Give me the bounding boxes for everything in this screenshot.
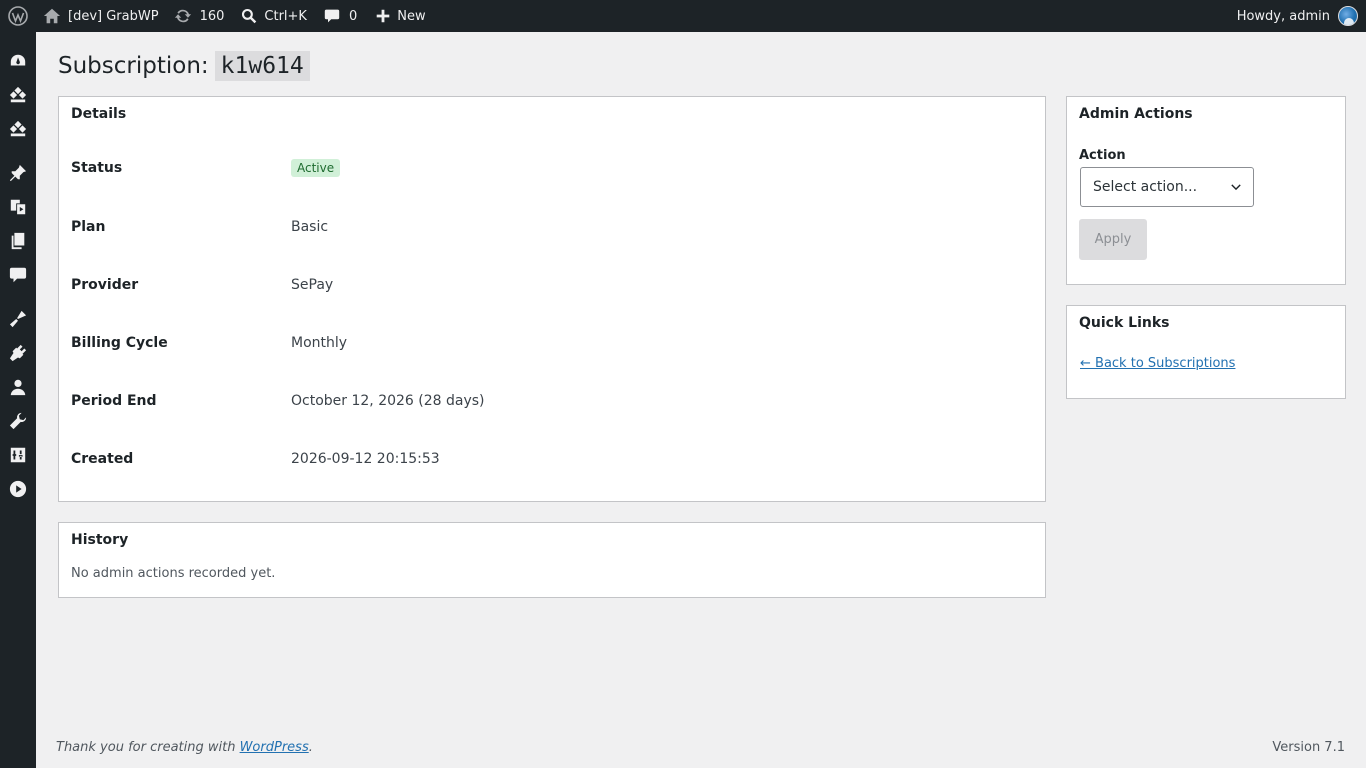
comments-count: 0 xyxy=(348,8,358,24)
new-content-menu[interactable]: New xyxy=(376,0,426,32)
detail-value: 2026-09-12 20:15:53 xyxy=(291,451,440,467)
detail-value: Basic xyxy=(291,219,329,235)
plugins-icon[interactable] xyxy=(8,343,28,363)
wordpress-logo-icon xyxy=(8,6,28,26)
footer-thanks-text: Thank you for creating with xyxy=(56,740,240,755)
detail-label: Status xyxy=(71,160,123,176)
admin-sidebar xyxy=(0,32,36,768)
pin-icon[interactable] xyxy=(8,163,28,183)
updates-count: 160 xyxy=(199,8,225,24)
subscription-id: k1w614 xyxy=(214,51,310,81)
site-name-menu[interactable]: [dev] GrabWP xyxy=(36,0,159,32)
updates-menu[interactable]: 160 xyxy=(174,0,225,32)
store-alt-icon[interactable] xyxy=(8,119,28,139)
page-title: Subscription: k1w614 xyxy=(58,48,310,84)
apply-button[interactable]: Apply xyxy=(1079,219,1147,260)
site-name-label: [dev] GrabWP xyxy=(68,8,159,24)
plus-icon xyxy=(376,9,390,23)
comment-icon xyxy=(324,9,340,23)
settings-icon[interactable] xyxy=(8,445,28,465)
comments-icon[interactable] xyxy=(8,265,28,285)
detail-label: Period End xyxy=(71,393,157,409)
action-select[interactable]: Select action... xyxy=(1080,167,1254,207)
detail-label: Billing Cycle xyxy=(71,335,168,351)
detail-value: October 12, 2026 (28 days) xyxy=(291,393,485,409)
search-icon xyxy=(242,8,257,24)
my-account-menu[interactable]: Howdy, admin xyxy=(1237,0,1358,32)
detail-value: Monthly xyxy=(291,335,348,351)
detail-row-period-end: Period End October 12, 2026 (28 days) xyxy=(71,391,1031,411)
status-badge: Active xyxy=(291,159,341,177)
history-empty-text: No admin actions recorded yet. xyxy=(71,566,276,581)
footer-period: . xyxy=(308,740,313,755)
back-to-subscriptions-link[interactable]: ← Back to Subscriptions xyxy=(1080,356,1235,371)
search-menu[interactable]: Ctrl+K xyxy=(241,0,307,32)
wordpress-logo-menu[interactable] xyxy=(0,0,36,32)
play-icon[interactable] xyxy=(8,479,28,499)
new-label: New xyxy=(397,8,426,24)
avatar xyxy=(1338,6,1358,26)
detail-row-provider: Provider SePay xyxy=(71,275,1031,295)
quick-links-heading: Quick Links xyxy=(1079,315,1170,331)
detail-label: Created xyxy=(71,451,134,467)
action-label: Action xyxy=(1079,148,1126,163)
admin-actions-heading: Admin Actions xyxy=(1079,106,1193,122)
footer-thanks: Thank you for creating with WordPress. xyxy=(56,740,313,755)
quick-links-panel: Quick Links ← Back to Subscriptions xyxy=(1066,305,1346,399)
pages-icon[interactable] xyxy=(8,231,28,251)
updates-icon xyxy=(174,9,191,23)
action-select-value: Select action... xyxy=(1093,179,1198,195)
history-panel: History No admin actions recorded yet. xyxy=(58,522,1046,598)
detail-row-billing-cycle: Billing Cycle Monthly xyxy=(71,333,1031,353)
store-icon[interactable] xyxy=(8,85,28,105)
media-icon[interactable] xyxy=(8,197,28,217)
admin-actions-panel: Admin Actions Action Select action... Ap… xyxy=(1066,96,1346,285)
comments-menu[interactable]: 0 xyxy=(324,0,357,32)
users-icon[interactable] xyxy=(8,377,28,397)
admin-bar: [dev] GrabWP 160 Ctrl+K 0 New Howdy, adm… xyxy=(0,0,1366,32)
detail-row-created: Created 2026-09-12 20:15:53 xyxy=(71,449,1031,469)
history-heading: History xyxy=(71,532,129,548)
detail-label: Plan xyxy=(71,219,106,235)
detail-label: Provider xyxy=(71,277,139,293)
chevron-down-icon xyxy=(1231,184,1241,191)
search-shortcut-label: Ctrl+K xyxy=(264,8,307,24)
wordpress-link[interactable]: WordPress xyxy=(240,740,309,755)
detail-row-status: Status Active xyxy=(71,158,1031,178)
footer-version: Version 7.1 xyxy=(1272,740,1345,755)
tools-icon[interactable] xyxy=(8,411,28,431)
dashboard-icon[interactable] xyxy=(8,51,28,71)
detail-value: SePay xyxy=(291,277,334,293)
details-panel: Details Status Active Plan Basic Provide… xyxy=(58,96,1046,502)
details-heading: Details xyxy=(71,106,127,122)
howdy-label: Howdy, admin xyxy=(1236,8,1330,24)
appearance-icon[interactable] xyxy=(8,309,28,329)
home-icon xyxy=(43,8,61,24)
page-title-prefix: Subscription: xyxy=(58,53,209,79)
detail-row-plan: Plan Basic xyxy=(71,217,1031,237)
